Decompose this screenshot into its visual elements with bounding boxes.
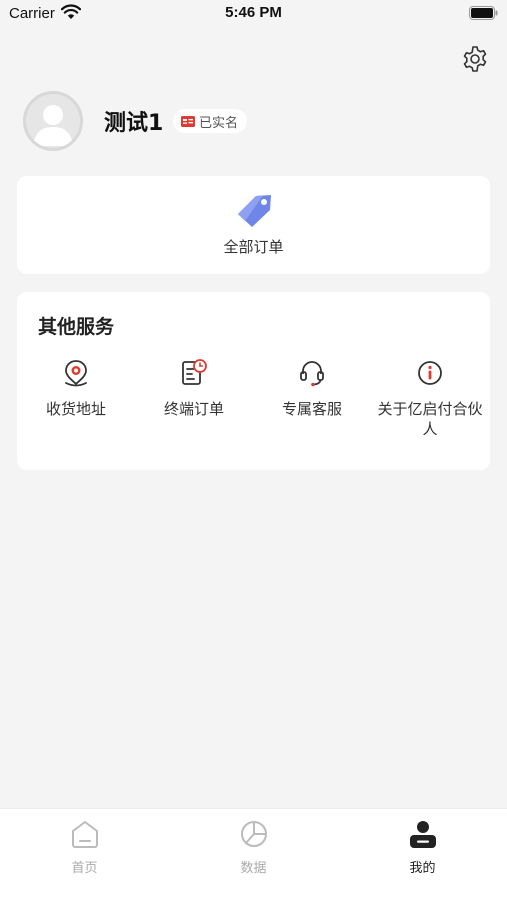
order-clock-icon	[182, 359, 207, 385]
service-shipping-address[interactable]: 收货地址	[17, 358, 135, 419]
username: 测试1	[104, 111, 164, 136]
all-orders-card[interactable]: 全部订单	[17, 176, 490, 274]
services-title: 其他服务	[38, 316, 115, 338]
tab-bar: 首页 数据 我的	[0, 808, 507, 900]
service-terminal-orders[interactable]: 终端订单	[135, 358, 253, 419]
other-services-card: 其他服务 收货地址 终端订单 专属客服 关于亿启付合伙人	[17, 292, 490, 470]
service-label: 关于亿启付合伙人	[377, 400, 483, 438]
id-card-icon	[181, 115, 195, 127]
location-pin-icon	[65, 360, 87, 387]
price-tag-icon	[238, 195, 271, 227]
tab-mine[interactable]: 我的	[338, 809, 507, 900]
service-customer-support[interactable]: 专属客服	[253, 358, 371, 419]
service-label: 专属客服	[281, 400, 342, 418]
verified-badge: 已实名	[173, 109, 248, 133]
pie-chart-icon	[240, 821, 267, 847]
status-bar: Carrier 5:46 PM	[0, 0, 507, 28]
service-about-partner[interactable]: 关于亿启付合伙人	[371, 358, 489, 439]
info-icon	[418, 361, 442, 385]
verified-label: 已实名	[199, 115, 239, 131]
avatar[interactable]	[23, 91, 83, 151]
user-icon	[409, 821, 436, 848]
home-icon	[71, 821, 98, 848]
clock: 5:46 PM	[225, 4, 282, 21]
service-label: 收货地址	[45, 400, 106, 418]
tab-home[interactable]: 首页	[0, 809, 169, 900]
settings-gear-icon[interactable]	[461, 45, 489, 73]
service-label: 终端订单	[163, 400, 224, 418]
headset-icon	[300, 361, 324, 387]
default-avatar-icon	[33, 105, 73, 146]
all-orders-label: 全部订单	[223, 238, 284, 256]
battery-icon	[469, 6, 498, 20]
tab-data[interactable]: 数据	[169, 809, 338, 900]
tab-label: 数据	[240, 861, 267, 876]
tab-label: 我的	[409, 861, 436, 876]
tab-label: 首页	[71, 861, 98, 876]
